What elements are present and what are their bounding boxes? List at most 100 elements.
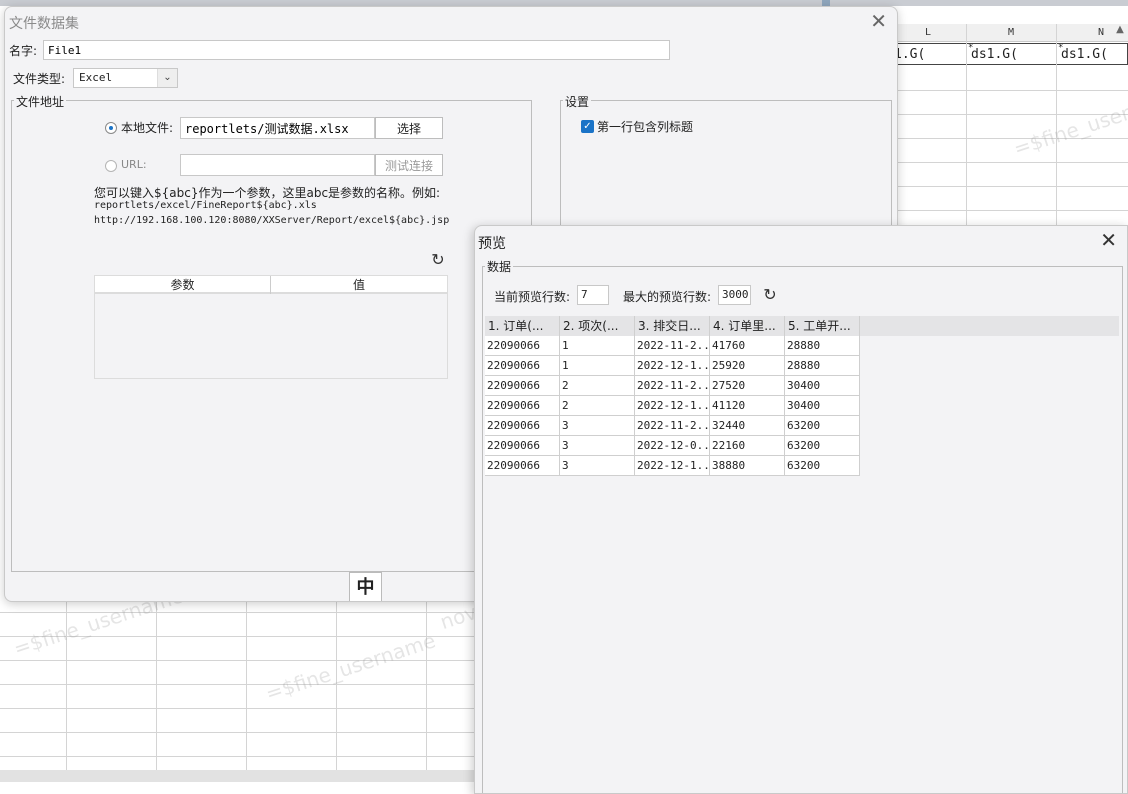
param-hint-example-1: reportlets/excel/FineReport${abc}.xls bbox=[94, 200, 317, 211]
column-header-m[interactable]: M bbox=[966, 24, 1056, 42]
table-cell[interactable]: 22090066 bbox=[485, 376, 560, 396]
close-icon[interactable]: ✕ bbox=[1100, 228, 1117, 252]
table-cell[interactable]: 41760 bbox=[710, 336, 785, 356]
grid-line bbox=[898, 162, 1128, 163]
table-cell[interactable]: 22090066 bbox=[485, 416, 560, 436]
table-cell[interactable]: 22090066 bbox=[485, 436, 560, 456]
table-cell[interactable]: 32440 bbox=[710, 416, 785, 436]
table-cell[interactable]: 3 bbox=[560, 416, 635, 436]
table-cell[interactable]: 22090066 bbox=[485, 356, 560, 376]
table-row[interactable]: 22090066 3 2022-11-2... 32440 63200 bbox=[485, 416, 860, 436]
chevron-down-icon[interactable]: ⌄ bbox=[157, 69, 177, 87]
table-cell[interactable]: 63200 bbox=[785, 416, 860, 436]
grid-line bbox=[966, 24, 967, 234]
grid-header-order-qty[interactable]: 4. 订单里... bbox=[710, 316, 785, 336]
grid-header-order[interactable]: 1. 订单(... bbox=[485, 316, 560, 336]
grid-line bbox=[898, 90, 1128, 91]
table-cell[interactable]: 30400 bbox=[785, 396, 860, 416]
grid-line bbox=[426, 600, 427, 770]
name-input[interactable] bbox=[43, 40, 670, 60]
grid-line bbox=[156, 600, 157, 770]
table-cell[interactable]: 22090066 bbox=[485, 396, 560, 416]
name-label: 名字: bbox=[9, 44, 38, 58]
table-cell[interactable]: 2022-12-1... bbox=[635, 456, 710, 476]
column-header-l[interactable]: L bbox=[890, 24, 966, 42]
grid-line bbox=[0, 612, 475, 613]
refresh-icon[interactable]: ↻ bbox=[761, 286, 779, 304]
table-cell[interactable]: 22090066 bbox=[485, 336, 560, 356]
current-rows-input[interactable]: 7 bbox=[577, 285, 609, 305]
data-legend: 数据 bbox=[485, 258, 514, 275]
table-cell[interactable]: 3 bbox=[560, 436, 635, 456]
cell-formula-marker: * bbox=[968, 43, 974, 53]
table-cell[interactable]: 2 bbox=[560, 396, 635, 416]
refresh-icon[interactable]: ↻ bbox=[429, 251, 447, 269]
table-cell[interactable]: 63200 bbox=[785, 456, 860, 476]
table-row[interactable]: 22090066 3 2022-12-0... 22160 63200 bbox=[485, 436, 860, 456]
table-row[interactable]: 22090066 2 2022-12-1... 41120 30400 bbox=[485, 396, 860, 416]
table-row[interactable]: 22090066 2 2022-11-2... 27520 30400 bbox=[485, 376, 860, 396]
filetype-select[interactable]: Excel ⌄ bbox=[73, 68, 178, 88]
table-cell[interactable]: 2022-12-1... bbox=[635, 396, 710, 416]
param-hint-example-2: http://192.168.100.120:8080/XXServer/Rep… bbox=[94, 215, 450, 226]
grid-line bbox=[0, 708, 475, 709]
table-cell[interactable]: 38880 bbox=[710, 456, 785, 476]
url-input[interactable] bbox=[180, 154, 375, 176]
table-cell[interactable]: 2022-12-1... bbox=[635, 356, 710, 376]
horizontal-scrollbar[interactable] bbox=[0, 770, 475, 782]
grid-header-work-order[interactable]: 5. 工单开... bbox=[785, 316, 860, 336]
preview-grid: 1. 订单(... 2. 项次(... 3. 排交日... 4. 订单里... … bbox=[485, 316, 1119, 786]
cell-formula-m[interactable]: * ds1.G( bbox=[966, 43, 1057, 65]
cell-formula-n-text: ds1.G( bbox=[1061, 47, 1108, 62]
local-file-label: 本地文件: bbox=[121, 121, 174, 135]
table-cell[interactable]: 25920 bbox=[710, 356, 785, 376]
choose-file-button[interactable]: 选择 bbox=[375, 117, 443, 139]
preview-grid-header: 1. 订单(... 2. 项次(... 3. 排交日... 4. 订单里... … bbox=[485, 316, 1119, 336]
grid-line bbox=[336, 600, 337, 770]
table-cell[interactable]: 28880 bbox=[785, 336, 860, 356]
table-cell[interactable]: 30400 bbox=[785, 376, 860, 396]
table-cell[interactable]: 2 bbox=[560, 376, 635, 396]
table-cell[interactable]: 1 bbox=[560, 356, 635, 376]
grid-line bbox=[246, 600, 247, 770]
watermark: =$fine_username bbox=[1010, 83, 1128, 161]
url-radio[interactable] bbox=[105, 160, 117, 172]
first-row-header-checkbox[interactable]: ✓ bbox=[581, 120, 594, 133]
grid-header-item[interactable]: 2. 项次(... bbox=[560, 316, 635, 336]
url-label: URL: bbox=[121, 158, 147, 171]
table-cell[interactable]: 63200 bbox=[785, 436, 860, 456]
grid-header-schedule-date[interactable]: 3. 排交日... bbox=[635, 316, 710, 336]
close-icon[interactable]: ✕ bbox=[870, 9, 887, 33]
ime-indicator[interactable]: 中 bbox=[349, 572, 382, 601]
grid-line bbox=[898, 186, 1128, 187]
test-connection-button[interactable]: 测试连接 bbox=[375, 154, 443, 176]
current-rows-label: 当前预览行数: bbox=[494, 290, 571, 304]
settings-legend: 设置 bbox=[563, 93, 592, 110]
param-hint-text: 您可以键入${abc}作为一个参数，这里abc是参数的名称。例如: bbox=[94, 186, 441, 200]
table-row[interactable]: 22090066 1 2022-12-1... 25920 28880 bbox=[485, 356, 860, 376]
max-rows-input[interactable]: 3000 bbox=[718, 285, 751, 305]
cell-formula-l[interactable]: 1.G( bbox=[890, 43, 967, 65]
table-cell[interactable]: 2022-11-2... bbox=[635, 336, 710, 356]
preview-dialog: 预览 ✕ 数据 当前预览行数: 7 最大的预览行数: 3000 ↻ 1. 订单(… bbox=[474, 225, 1128, 794]
table-cell[interactable]: 2022-11-2... bbox=[635, 376, 710, 396]
table-cell[interactable]: 22160 bbox=[710, 436, 785, 456]
table-row[interactable]: 22090066 1 2022-11-2... 41760 28880 bbox=[485, 336, 860, 356]
scroll-up-icon[interactable]: ▲ bbox=[1112, 24, 1128, 40]
table-cell[interactable]: 2022-11-2... bbox=[635, 416, 710, 436]
table-cell[interactable]: 1 bbox=[560, 336, 635, 356]
table-cell[interactable]: 41120 bbox=[710, 396, 785, 416]
table-cell[interactable]: 3 bbox=[560, 456, 635, 476]
table-cell[interactable]: 28880 bbox=[785, 356, 860, 376]
params-table-header: 参数 值 bbox=[95, 276, 447, 294]
table-cell[interactable]: 27520 bbox=[710, 376, 785, 396]
cell-formula-n[interactable]: * ds1.G( bbox=[1056, 43, 1128, 65]
table-cell[interactable]: 22090066 bbox=[485, 456, 560, 476]
grid-line bbox=[0, 684, 475, 685]
local-file-radio[interactable] bbox=[105, 122, 117, 134]
local-file-path-input[interactable] bbox=[180, 117, 375, 139]
params-header-value[interactable]: 值 bbox=[271, 276, 447, 294]
table-row[interactable]: 22090066 3 2022-12-1... 38880 63200 bbox=[485, 456, 860, 476]
table-cell[interactable]: 2022-12-0... bbox=[635, 436, 710, 456]
params-header-param[interactable]: 参数 bbox=[95, 276, 271, 294]
